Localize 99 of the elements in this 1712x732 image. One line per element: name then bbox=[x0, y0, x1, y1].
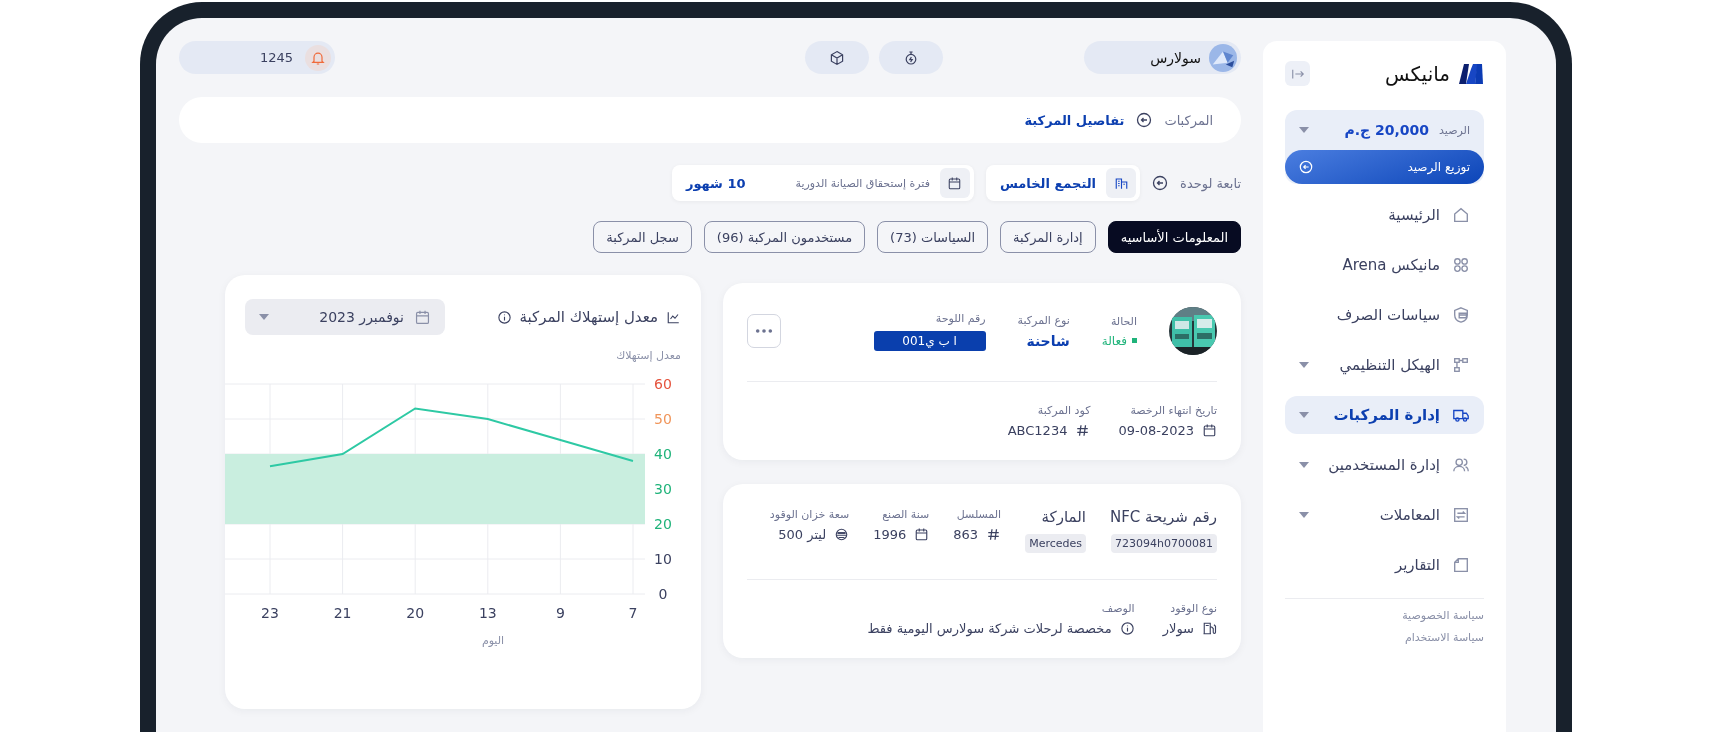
notifications-button[interactable]: 1245 bbox=[179, 41, 335, 74]
fuel-type: سولار bbox=[1162, 621, 1194, 636]
chart-icon bbox=[666, 309, 681, 325]
sidebar-item[interactable]: التقارير bbox=[1285, 546, 1484, 584]
spec-value: 1996 bbox=[873, 527, 907, 542]
spec-tag: Mercedes bbox=[1025, 534, 1086, 553]
maintenance-label: فترة إستحقاق الصيانة الدورية bbox=[795, 176, 930, 190]
vehicle-code-label: كود المركبة bbox=[1036, 404, 1091, 417]
vehicle-code: ABC1234 bbox=[1007, 423, 1068, 438]
info-icon bbox=[496, 309, 512, 325]
balance-label: الرصيد bbox=[1439, 123, 1470, 137]
sidebar-item[interactable]: إدارة المستخدمين bbox=[1285, 446, 1484, 484]
chart-title: معدل إستهلاك المركبة bbox=[519, 308, 658, 326]
plate-label: رقم اللوحة bbox=[934, 311, 986, 325]
y-tick: 40 bbox=[654, 446, 672, 462]
building-icon bbox=[1106, 168, 1137, 198]
spec-label: سعة خزان الوقود bbox=[769, 508, 850, 521]
caret-icon[interactable] bbox=[1299, 412, 1309, 418]
y-tick: 0 bbox=[658, 586, 668, 602]
bell-icon[interactable] bbox=[305, 44, 331, 71]
caret-icon[interactable] bbox=[1299, 462, 1309, 468]
tab[interactable]: المعلومات الأساسيه bbox=[1107, 221, 1241, 253]
info-icon bbox=[1119, 621, 1135, 636]
spec-value: ليتر 500 bbox=[778, 527, 827, 542]
unit-name: التجمع الخامس bbox=[999, 175, 1097, 191]
caret-icon[interactable] bbox=[259, 314, 269, 320]
hierarchy-icon[interactable] bbox=[1452, 356, 1470, 374]
y-axis-label: معدل إستهلاك bbox=[615, 348, 682, 362]
balance-value: 20,000 ج.م bbox=[1343, 122, 1430, 138]
tab[interactable]: إدارة المركبة bbox=[1000, 221, 1096, 253]
hash-icon bbox=[1075, 423, 1091, 438]
x-tick: 9 bbox=[555, 605, 565, 621]
hash-icon bbox=[986, 527, 1002, 542]
calendar-icon[interactable] bbox=[414, 308, 431, 326]
description-label: الوصف bbox=[1100, 602, 1135, 615]
users-icon[interactable] bbox=[1452, 456, 1470, 474]
spec-label: رقم شريحة NFC bbox=[1110, 508, 1217, 526]
gauge-icon bbox=[834, 527, 850, 542]
caret-icon[interactable] bbox=[1299, 362, 1309, 368]
more-icon[interactable] bbox=[755, 328, 773, 334]
distribute-balance-button[interactable]: توزيع الرصيد bbox=[1285, 150, 1484, 184]
logo-icon[interactable] bbox=[1209, 43, 1237, 72]
status-label: الحالة bbox=[1109, 314, 1137, 328]
breadcrumb-link[interactable]: تفاصيل المركبة bbox=[1024, 112, 1125, 128]
tab[interactable]: مستخدمون المركبة (96) bbox=[703, 221, 866, 253]
x-axis-label: اليوم bbox=[480, 634, 506, 647]
sidebar-item[interactable]: إدارة المركبات bbox=[1285, 396, 1484, 434]
plate-number: ا ب ي001 bbox=[873, 330, 986, 351]
package-button[interactable] bbox=[804, 41, 869, 74]
calendar-icon bbox=[939, 168, 970, 198]
caret-icon[interactable] bbox=[1299, 512, 1309, 518]
month-select[interactable]: نوفمبرر 2023 bbox=[245, 299, 445, 335]
status-value: فعالة bbox=[1101, 333, 1137, 348]
more-button[interactable] bbox=[747, 314, 781, 348]
vehicle-type: شاحنة bbox=[1025, 332, 1070, 349]
x-tick: 23 bbox=[261, 605, 279, 621]
spec-label: سنة الصنع bbox=[881, 508, 930, 521]
collapse-button[interactable] bbox=[1285, 61, 1310, 86]
sidebar-item[interactable]: المعاملات bbox=[1285, 496, 1484, 534]
spec-tag: 723094h0700081 bbox=[1111, 534, 1217, 553]
fuel-pump-icon bbox=[1202, 621, 1217, 636]
tab[interactable]: سجل المركبة bbox=[593, 221, 692, 253]
spec-label: المسلسل bbox=[955, 508, 1002, 521]
logo-icon bbox=[1458, 62, 1484, 85]
license-date: 09-08-2023 bbox=[1118, 423, 1194, 438]
y-tick: 50 bbox=[654, 411, 672, 427]
transfer-icon[interactable] bbox=[1452, 506, 1470, 524]
vehicle-type-label: نوع المركبة bbox=[1017, 313, 1070, 327]
x-tick: 13 bbox=[478, 605, 497, 621]
y-tick: 10 bbox=[654, 551, 672, 567]
calendar-icon bbox=[1202, 423, 1217, 438]
box-icon[interactable] bbox=[828, 49, 845, 66]
x-tick: 20 bbox=[406, 605, 425, 621]
y-tick: 20 bbox=[654, 516, 672, 532]
sidebar-item[interactable]: مانيكس Arena bbox=[1285, 246, 1484, 284]
caret-icon[interactable] bbox=[1299, 127, 1309, 133]
unit-label: تابعة لوحدة bbox=[1180, 175, 1241, 191]
description-text: مخصصة لرحلات شركة سولارس اليومية فقط bbox=[867, 621, 1112, 636]
book-icon[interactable] bbox=[1452, 556, 1470, 574]
sidebar-item[interactable]: الرئيسية bbox=[1285, 196, 1484, 234]
y-tick: 60 bbox=[654, 376, 672, 392]
tab[interactable]: السياسات (73) bbox=[877, 221, 989, 253]
company-switcher[interactable]: سولارس bbox=[1084, 41, 1241, 74]
sidebar-item[interactable]: سياسات الصرف bbox=[1285, 296, 1484, 334]
brand-name: مانيكس bbox=[1384, 61, 1450, 86]
x-tick: 21 bbox=[333, 605, 352, 621]
maintenance-value: 10 شهور bbox=[685, 175, 746, 191]
spec-label: الماركة bbox=[1040, 508, 1086, 526]
calendar-icon bbox=[914, 527, 930, 542]
y-tick: 30 bbox=[654, 481, 672, 497]
x-tick: 7 bbox=[628, 605, 638, 621]
sidebar-item[interactable]: الهيكل التنظيمي bbox=[1285, 346, 1484, 384]
breadcrumb-link[interactable]: المركبات bbox=[1164, 112, 1213, 128]
shield-icon[interactable] bbox=[1452, 306, 1470, 324]
home-icon[interactable] bbox=[1452, 206, 1470, 224]
grid-icon[interactable] bbox=[1452, 256, 1470, 274]
license-label: تاريخ انتهاء الرخصة bbox=[1129, 404, 1217, 417]
fuel-type-label: نوع الوقود bbox=[1169, 602, 1217, 615]
spec-value: 863 bbox=[953, 527, 979, 542]
